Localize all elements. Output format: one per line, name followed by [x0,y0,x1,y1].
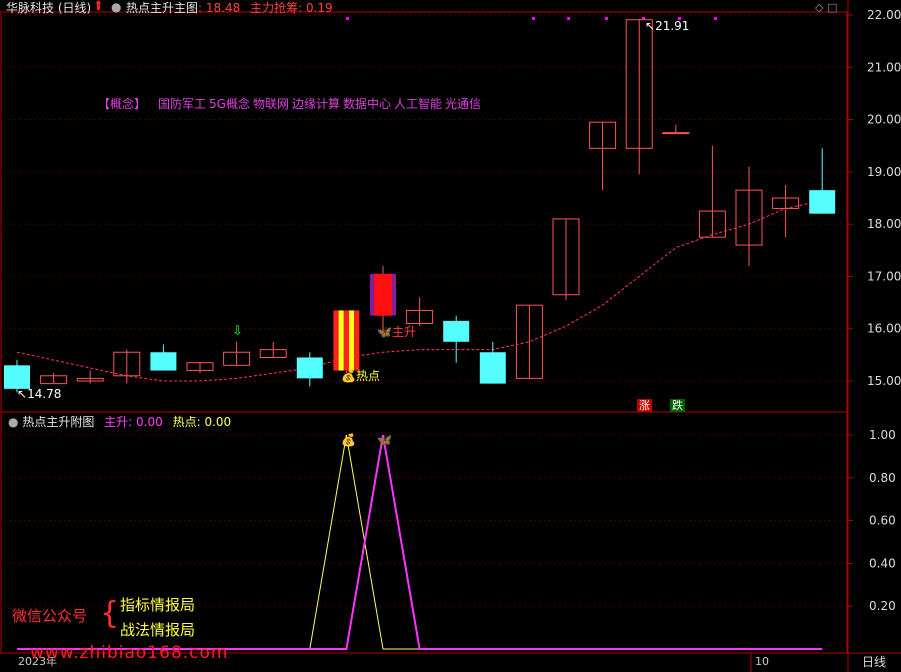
price-tick-label: 19.00 [867,165,901,179]
watermark-brace: { [100,596,120,631]
candle [113,349,141,384]
secondary-value: 0.19 [305,1,333,15]
rise-candle-body [374,273,392,316]
candle [186,362,214,374]
sub-series-line [17,434,823,650]
candle [223,341,251,366]
concept-keyword: 边缘计算 [291,97,340,111]
up-arrow-icon[interactable]: ⬆ [93,0,104,14]
indicator-menu-icon[interactable]: ● [111,0,121,14]
watermark-line1: 指标情报局 [120,596,196,614]
rise-label: 🦋主升 [377,325,416,339]
main-indicator-header: 热点主升主图: 18.48 主力抢筹: 0.19 [126,1,333,15]
candle [589,121,617,191]
high-price-label: ↖21.91 [645,19,690,33]
price-tick-label: 15.00 [867,374,901,388]
concept-keyword: 国防军工 [158,97,207,111]
stock-title: 华脉科技 (日线) [6,1,92,15]
candle-body [809,190,836,214]
candle [443,315,470,363]
hot-candle-body [349,310,355,371]
sub-tick-label: 0.20 [869,599,896,613]
indicator-value: 18.48 [205,1,241,15]
sub-tick-label: 0.80 [869,471,896,485]
signal-marker [605,17,608,20]
candle-body [296,357,323,379]
redian-label: 热点: [172,415,201,429]
sub-panel-title: 热点主升附图 [22,415,95,429]
candle [150,344,177,371]
signal-marker [714,17,717,20]
zhusheng-value: 0.00 [136,415,163,429]
hot-candle-body [343,310,349,371]
indicator-label: 热点主升主图 [126,1,199,15]
die-badge[interactable]: 跌 [670,399,685,412]
money-bag-icon: 💰 [341,433,356,447]
watermark-website: www.zhibiao168.com [30,643,229,663]
ma-line [16,200,823,382]
down-arrow-icon: ⇩ [232,324,243,339]
candle [76,370,104,384]
price-tick-label: 16.00 [867,322,901,336]
candle [625,19,653,175]
candle [370,265,396,334]
sub-menu-icon[interactable]: ● [8,415,18,429]
sub-panel-frame [0,411,848,654]
signal-marker [532,17,535,20]
low-price-label: ↖14.78 [17,387,62,401]
price-tick-label: 18.00 [867,217,901,231]
sub-tick-label: 1.00 [869,428,896,442]
zhusheng-label: 主升: [104,415,133,429]
watermark-line2: 战法情报局 [120,621,196,639]
candle [735,166,763,266]
candle [259,341,287,358]
candle [515,304,543,379]
sub-tick-label: 0.40 [869,556,896,570]
hot-label: 💰热点 [341,369,380,383]
sub-panel-header: ● 热点主升附图 主升: 0.00 热点: 0.00 [8,415,231,429]
period-button[interactable]: 日线 [862,655,886,669]
candle-body [662,132,690,135]
candle [772,184,800,238]
price-tick-label: 20.00 [867,113,901,127]
sub-series-line [17,434,823,650]
candle [698,145,726,238]
watermark-wechat: 微信公众号 [12,607,88,625]
candle-body [479,352,506,384]
candle [662,124,690,135]
candle [333,310,360,374]
money-bag-icon: 💰 [341,369,356,383]
candle [406,297,434,327]
price-tick-label: 17.00 [867,269,901,283]
concept-keyword: 物联网 [252,97,289,111]
concept-line: 【概念】 国防军工 5G概念 物联网 边缘计算 数据中心 人工智能 光通信 [98,97,484,111]
hot-candle-body [338,310,344,371]
sub-tick-label: 0.60 [869,514,896,528]
concept-keyword: 人工智能 [394,97,443,111]
hot-candle-body [354,310,360,371]
concept-tag: 【概念】 [98,97,147,111]
price-tick-label: 22.00 [867,8,901,22]
butterfly-icon: 🦋 [377,433,392,447]
secondary-label: 主力抢筹: [250,1,303,15]
concept-keyword: 数据中心 [343,97,392,111]
butterfly-icon: 🦋 [377,325,392,339]
date-tick: 10 [755,655,769,668]
hot-candle-body [333,310,339,371]
candle [40,373,68,385]
zhang-badge[interactable]: 涨 [637,399,652,412]
candle [552,218,580,300]
concept-keyword: 光通信 [445,97,482,111]
candle-body [4,365,30,389]
candle-body [150,352,177,371]
candle-body [443,320,470,342]
price-tick-label: 21.00 [867,60,901,74]
redian-value: 0.00 [204,415,232,429]
window-controls-icon[interactable]: ◇ □ [815,1,837,15]
candle [809,148,836,214]
signal-marker [567,17,570,20]
concept-keyword: 5G概念 [209,97,250,111]
signal-marker [346,17,349,20]
